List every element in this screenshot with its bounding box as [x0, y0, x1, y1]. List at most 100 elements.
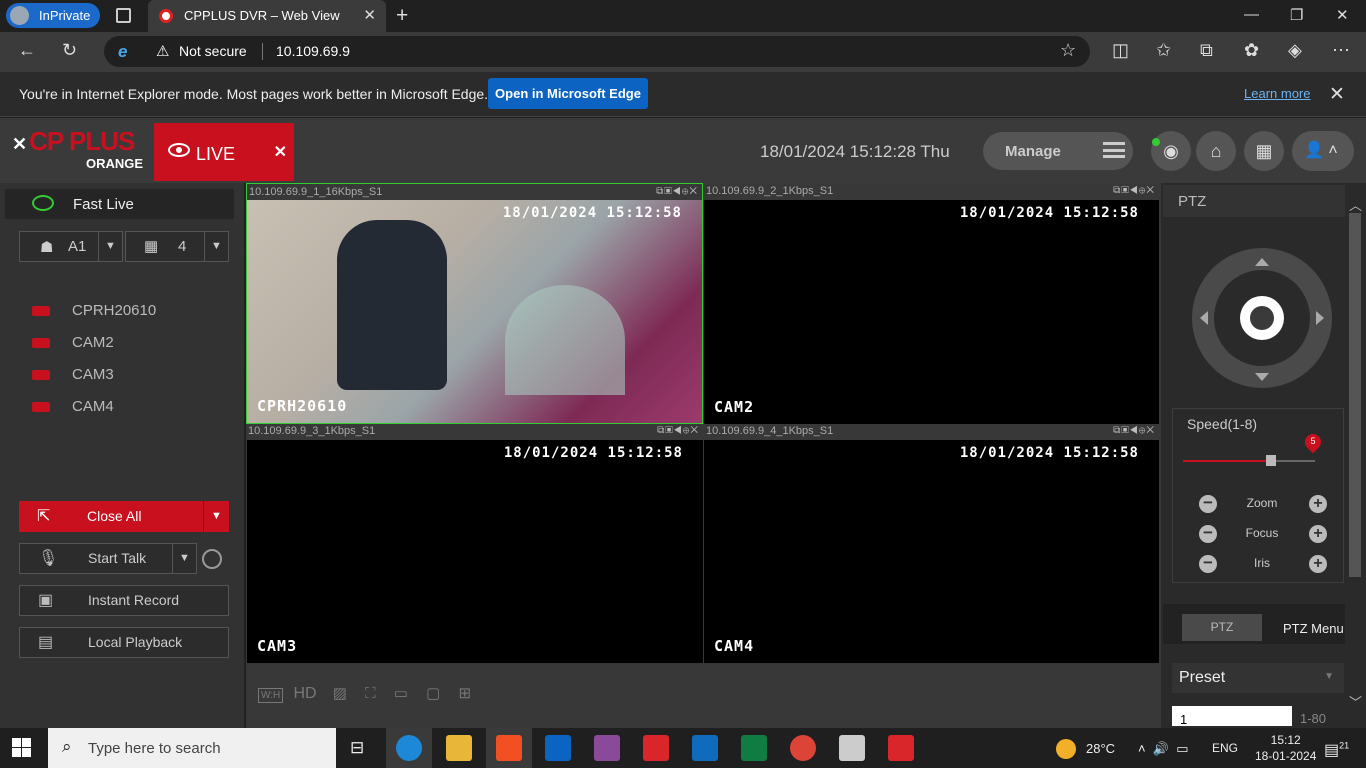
arrow-left-icon[interactable]: [1193, 311, 1208, 325]
favorites-icon[interactable]: ✩: [1156, 40, 1171, 61]
browser-essentials-icon[interactable]: ◈: [1288, 40, 1302, 61]
maximize-button[interactable]: ❐: [1290, 6, 1303, 24]
edge-icon[interactable]: [396, 735, 422, 761]
preset-input[interactable]: 1: [1172, 706, 1292, 727]
collections-icon[interactable]: ⧉: [1200, 40, 1213, 61]
scroll-up-icon[interactable]: ︿: [1349, 195, 1362, 214]
anydesk-icon-2[interactable]: [888, 735, 914, 761]
video-tile-4[interactable]: 10.109.69.9_4_1Kbps_S1 ⧉▣◀⊕✕ 18/01/2024 1…: [704, 423, 1159, 663]
aspect-ratio-button[interactable]: W:H: [258, 688, 284, 703]
chevron-down-icon[interactable]: ▼: [204, 232, 228, 261]
hd-button[interactable]: HD: [293, 685, 316, 702]
excel-icon[interactable]: [741, 735, 767, 761]
preview-eye-button[interactable]: ◉: [1151, 131, 1191, 171]
talk-record-toggle[interactable]: [202, 549, 222, 569]
browser-tab[interactable]: CPPLUS DVR – Web View ✕: [148, 0, 386, 32]
outlook-icon[interactable]: [692, 735, 718, 761]
live-tab[interactable]: LIVE ✕: [154, 123, 294, 181]
window-icon[interactable]: ▭: [394, 685, 408, 702]
weather-temperature[interactable]: 28°C: [1086, 741, 1115, 756]
iris-minus-button[interactable]: −: [1199, 554, 1217, 573]
not-secure-label[interactable]: Not secure: [179, 43, 247, 59]
language-indicator[interactable]: ENG: [1212, 741, 1238, 755]
ie-mode-icon[interactable]: e: [118, 42, 127, 62]
chrome-icon[interactable]: [790, 735, 816, 761]
single-view-icon[interactable]: ▢: [426, 685, 440, 702]
tab-actions-icon[interactable]: [116, 8, 131, 23]
speed-slider-thumb[interactable]: [1266, 455, 1276, 466]
live-tab-close-button[interactable]: ✕: [274, 142, 287, 162]
video-tile-2[interactable]: 10.109.69.9_2_1Kbps_S1 ⧉▣◀⊕✕ 18/01/2024 1…: [704, 183, 1159, 424]
qr-code-button[interactable]: ▦: [1244, 131, 1284, 171]
favorite-star-icon[interactable]: ☆: [1060, 40, 1076, 61]
file-explorer-icon[interactable]: [446, 735, 472, 761]
manage-button[interactable]: Manage: [983, 132, 1133, 170]
learn-more-link[interactable]: Learn more: [1244, 86, 1310, 101]
arrow-right-icon[interactable]: [1316, 311, 1331, 325]
tile-tools-icons[interactable]: ⧉▣◀⊕✕: [656, 184, 698, 200]
zoom-in-button[interactable]: +: [1309, 495, 1327, 513]
tile-tools-icons[interactable]: ⧉▣◀⊕✕: [1113, 423, 1155, 439]
camera-list-item[interactable]: CAM4: [32, 398, 114, 415]
arrow-down-icon[interactable]: [1255, 373, 1269, 388]
window-app-icon[interactable]: [839, 735, 865, 761]
anydesk-icon[interactable]: [643, 735, 669, 761]
home-button[interactable]: ⌂: [1196, 131, 1236, 171]
refresh-icon[interactable]: ↻: [62, 40, 77, 61]
task-view-icon[interactable]: ⊟: [350, 738, 364, 758]
extensions-icon[interactable]: ✿: [1244, 40, 1259, 61]
chevron-down-icon[interactable]: ▼: [203, 501, 229, 532]
scrollbar-thumb[interactable]: [1349, 213, 1361, 577]
tile-tools-icons[interactable]: ⧉▣◀⊕✕: [1113, 183, 1155, 199]
address-bar[interactable]: [104, 36, 1090, 67]
mail-icon[interactable]: [545, 735, 571, 761]
fullscreen-icon[interactable]: ⛶: [365, 685, 376, 702]
chevron-down-icon[interactable]: ▼: [98, 232, 122, 261]
windows-start-icon[interactable]: [12, 738, 32, 758]
stream-select[interactable]: ☗ A1 ▼: [19, 231, 123, 262]
grid-view-icon[interactable]: ⊞: [458, 685, 471, 702]
split-screen-icon[interactable]: ◫: [1112, 40, 1129, 61]
store-icon[interactable]: [496, 735, 522, 761]
tab-ptz[interactable]: PTZ: [1182, 614, 1262, 641]
iris-plus-button[interactable]: +: [1309, 555, 1327, 573]
tile-tools-icons[interactable]: ⧉▣◀⊕✕: [657, 423, 699, 439]
system-tray-icons[interactable]: ˄ 🔊 ▭: [1138, 741, 1189, 757]
preset-header[interactable]: Preset ▼: [1172, 663, 1344, 693]
start-talk-button[interactable]: 🎙 Start Talk ▼: [19, 543, 197, 574]
camera-list-item[interactable]: CAM2: [32, 334, 114, 351]
tab-ptz-menu[interactable]: PTZ Menu: [1283, 621, 1344, 636]
ie-bar-close-button[interactable]: ✕: [1329, 83, 1345, 106]
camera-list-item[interactable]: CPRH20610: [32, 302, 156, 319]
weather-icon[interactable]: [1056, 739, 1076, 759]
taskbar-search[interactable]: ⌕ Type here to search: [48, 728, 336, 768]
video-tile-3[interactable]: 10.109.69.9_3_1Kbps_S1 ⧉▣◀⊕✕ 18/01/2024 1…: [246, 423, 703, 663]
focus-plus-button[interactable]: +: [1309, 525, 1327, 543]
url-text[interactable]: 10.109.69.9: [276, 43, 350, 59]
close-window-button[interactable]: ✕: [1336, 6, 1349, 24]
focus-minus-button[interactable]: −: [1199, 524, 1217, 543]
chevron-down-icon[interactable]: ▼: [172, 544, 196, 573]
more-menu-icon[interactable]: ⋯: [1332, 40, 1350, 61]
open-in-edge-button[interactable]: Open in Microsoft Edge: [488, 78, 648, 109]
winrar-icon[interactable]: [594, 735, 620, 761]
smooth-icon[interactable]: ▨: [333, 685, 347, 702]
fast-live-item[interactable]: Fast Live: [5, 189, 234, 219]
inprivate-badge[interactable]: InPrivate: [6, 3, 100, 28]
notification-icon[interactable]: ▤21: [1324, 740, 1349, 760]
layout-select[interactable]: ▦ 4 ▼: [125, 231, 229, 262]
scroll-down-icon[interactable]: ﹀: [1349, 692, 1362, 711]
minimize-button[interactable]: —: [1244, 6, 1259, 23]
camera-list-item[interactable]: CAM3: [32, 366, 114, 383]
user-menu-button[interactable]: 👤 ˄: [1292, 131, 1354, 171]
zoom-out-button[interactable]: −: [1199, 494, 1217, 513]
video-tile-1[interactable]: 10.109.69.9_1_16Kbps_S1 ⧉▣◀⊕✕ 18/01/2024 …: [246, 183, 703, 424]
local-playback-button[interactable]: ▤ Local Playback: [19, 627, 229, 658]
back-icon[interactable]: ←: [18, 40, 36, 61]
tab-close-button[interactable]: ✕: [363, 6, 376, 24]
new-tab-button[interactable]: +: [396, 4, 408, 28]
close-all-button[interactable]: ⇱ Close All ▼: [19, 501, 229, 532]
taskbar-clock[interactable]: 15:12 18-01-2024: [1255, 732, 1316, 764]
arrow-up-icon[interactable]: [1255, 251, 1269, 266]
ptz-joystick[interactable]: [1192, 248, 1332, 388]
